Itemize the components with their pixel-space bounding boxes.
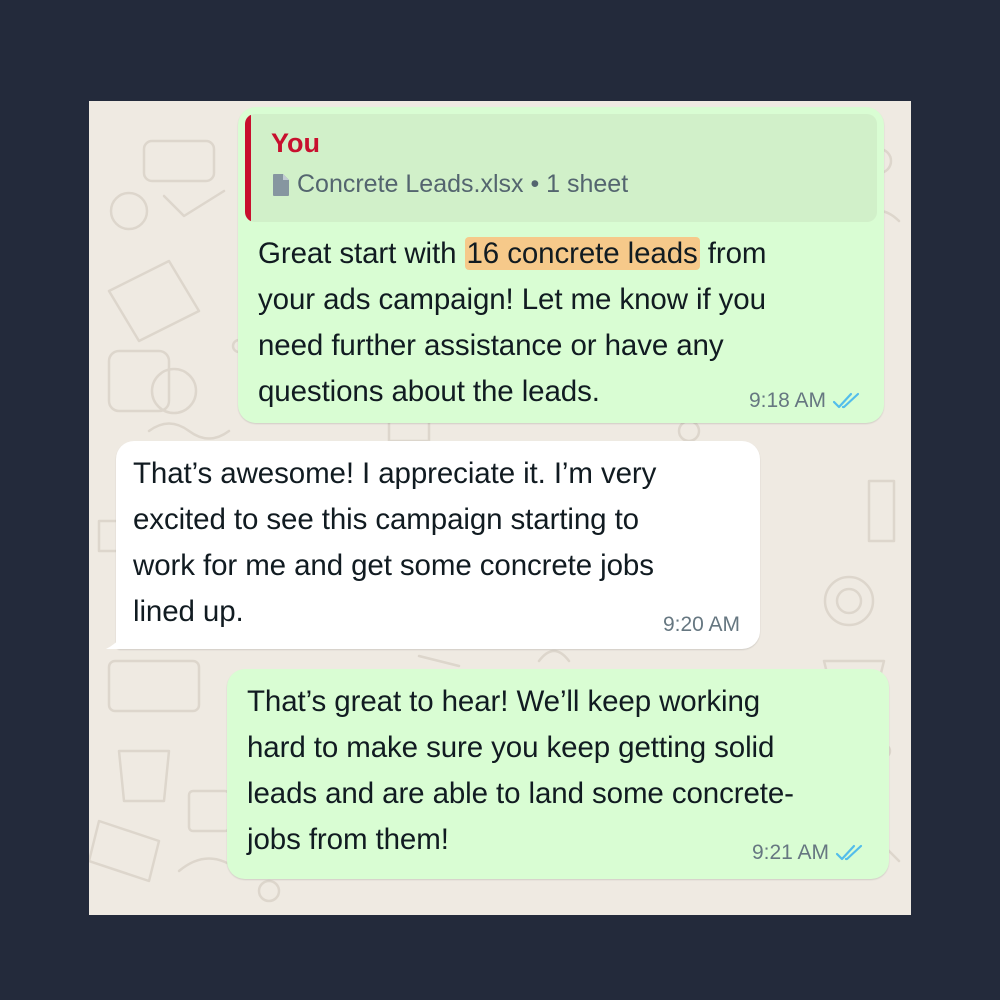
document-icon — [273, 173, 289, 196]
incoming-message-2[interactable]: That’s awesome! I appreciate it. I’m ver… — [106, 441, 760, 649]
message-text: That’s great to hear! We’ll keep working… — [247, 685, 794, 856]
highlighted-text: 16 concrete leads — [464, 237, 700, 270]
bubble-tail — [106, 631, 126, 649]
outgoing-message-1[interactable]: You Concrete Leads.xlsx • 1 sheet Great … — [238, 107, 884, 423]
quoted-file: Concrete Leads.xlsx • 1 sheet — [271, 170, 628, 199]
outgoing-message-3[interactable]: That’s great to hear! We’ll keep working… — [227, 669, 889, 879]
message-time: 9:21 AM — [751, 841, 829, 864]
message-meta: 9:21 AM — [752, 841, 865, 865]
quoted-message[interactable]: You Concrete Leads.xlsx • 1 sheet — [245, 114, 877, 222]
message-meta: 9:20 AM — [663, 613, 740, 637]
message-meta: 9:18 AM — [749, 389, 862, 413]
chat-panel: You Concrete Leads.xlsx • 1 sheet Great … — [89, 101, 911, 915]
message-time: 9:18 AM — [748, 389, 826, 412]
message-text: Great start with 16 concrete leads from … — [258, 231, 766, 415]
double-check-read-icon — [832, 392, 860, 409]
message-text-start: Great start with — [258, 237, 465, 270]
message-time: 9:20 AM — [662, 613, 740, 636]
message-text: That’s awesome! I appreciate it. I’m ver… — [133, 457, 657, 628]
quote-author: You — [271, 128, 320, 158]
quoted-file-name: Concrete Leads.xlsx • 1 sheet — [297, 170, 629, 198]
quote-accent-bar — [245, 114, 251, 222]
double-check-read-icon — [835, 844, 863, 861]
